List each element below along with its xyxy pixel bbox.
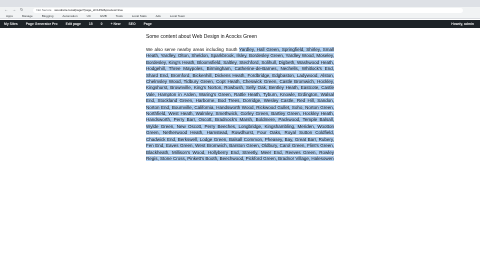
admin-page-generator[interactable]: Page Generator Pro <box>26 22 58 26</box>
bookmark-item[interactable]: Manage <box>22 14 33 18</box>
browser-tab-strip <box>0 0 480 7</box>
page-content: Some content about Web Design in Acocks … <box>146 34 335 162</box>
areas-paragraph: We also serve nearby areas including Sou… <box>146 47 335 162</box>
bookmark-item[interactable]: GMB <box>100 14 107 18</box>
bookmark-item[interactable]: Local Team <box>170 14 185 18</box>
intro-text: We also serve nearby areas including Sou… <box>146 47 240 52</box>
wp-admin-bar: My Sites Page Generator Pro Edit page 15… <box>0 20 480 28</box>
admin-edit-page[interactable]: Edit page <box>66 22 81 26</box>
admin-page[interactable]: Page <box>144 22 152 26</box>
selected-areas-text: Yardley, Hall Green, Springfield, Shirle… <box>146 47 335 161</box>
url-text[interactable]: woodrette.local/page/?page_id=1452&previ… <box>54 8 123 12</box>
bookmark-item[interactable]: Local Stats <box>132 14 147 18</box>
security-chip[interactable]: Not Secure <box>36 8 51 12</box>
admin-seo[interactable]: SEO <box>128 22 135 26</box>
admin-new[interactable]: + New <box>111 22 121 26</box>
bookmark-item[interactable]: Tools <box>116 14 123 18</box>
admin-comments-count[interactable]: 0 <box>101 22 103 26</box>
bookmark-item[interactable]: UC <box>87 14 91 18</box>
bookmark-item[interactable]: Ads <box>156 14 161 18</box>
bookmark-item[interactable]: Blogging <box>42 14 54 18</box>
bookmark-item[interactable]: Apps <box>6 14 13 18</box>
admin-my-sites[interactable]: My Sites <box>4 22 18 26</box>
omnibox[interactable]: Not Secure woodrette.local/page/?page_id… <box>33 7 464 13</box>
page-title: Some content about Web Design in Acocks … <box>146 34 258 40</box>
bookmarks-bar: Apps Manage Blogging Automation UC GMB T… <box>0 13 480 19</box>
admin-updates-count[interactable]: 15 <box>89 22 93 26</box>
admin-howdy[interactable]: Howdy, admin <box>451 22 474 26</box>
bookmark-item[interactable]: Automation <box>62 14 77 18</box>
